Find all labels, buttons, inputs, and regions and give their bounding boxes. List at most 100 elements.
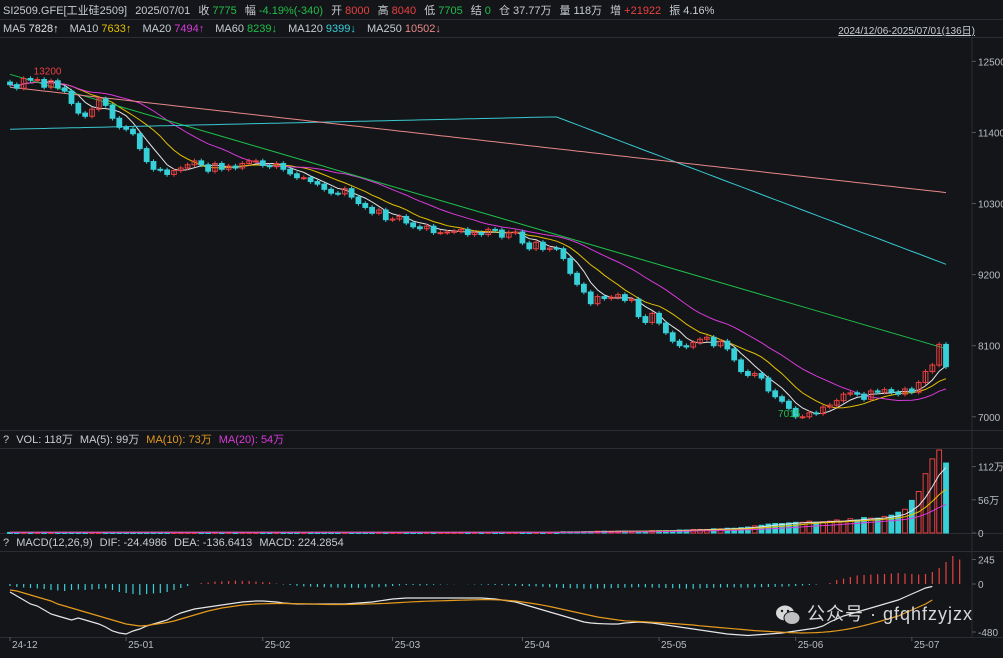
vol-ma5: MA(5): 99万 [79, 434, 140, 446]
volume-bar [833, 519, 840, 534]
oi-field: 仓 37.77万 [499, 5, 552, 17]
candle-body [485, 228, 492, 236]
candle-body [280, 162, 287, 170]
moving-average-lines [9, 73, 947, 415]
x-axis-label: 25-02 [264, 640, 291, 651]
ma10-label: MA10 [69, 23, 99, 35]
quote-info-bar: SI2509.GFE[工业硅2509] 2025/07/01 收 7775 幅 -4… [3, 2, 719, 20]
low-label: 低 [424, 5, 436, 17]
ma250-label: MA250 [366, 23, 402, 35]
ma20-label: MA20 [142, 23, 172, 35]
candle-body [861, 393, 867, 400]
candle-body [7, 81, 13, 86]
candle-body [184, 164, 191, 169]
macd-settings-icon[interactable]: ? [3, 537, 9, 549]
candle-body [601, 296, 608, 300]
candle-body [581, 283, 587, 293]
candle-body [253, 160, 259, 163]
kline-chart[interactable]: 13200 7015 7000 8100 9200 10300 11400 12500 0 5… [0, 0, 1003, 658]
volume-bar [936, 449, 943, 534]
candle-body [772, 390, 779, 398]
vol-ma5-line [10, 467, 947, 533]
candle-body [89, 108, 95, 117]
change-value: -4.19%(-340) [258, 5, 324, 17]
candle-body [123, 126, 130, 130]
candle-body [266, 164, 273, 168]
candle-body [41, 78, 48, 88]
candle-body [382, 209, 389, 221]
candle-body [458, 228, 464, 232]
candle-body [854, 392, 861, 395]
candle-body [813, 412, 820, 415]
macd-value: MACD: 224.2854 [259, 537, 344, 549]
volume-bar [888, 514, 895, 534]
volume-bar [785, 522, 792, 534]
volume-bar [915, 491, 922, 534]
ma60-legend[interactable]: MA60 8239↓ [215, 23, 281, 35]
volume-legend-bar: ? VOL: 118万 MA(5): 99万 MA(10): 73万 MA(20… [3, 431, 288, 449]
candle-body [833, 400, 840, 406]
x-axis-label: 24-12 [12, 640, 38, 651]
date-range-label[interactable]: 2024/12/06-2025/07/01(136日) [838, 22, 975, 37]
ma60-label: MA60 [215, 23, 245, 35]
candle-body [478, 232, 485, 236]
close-field: 收 7775 [198, 5, 236, 17]
candle-body [724, 340, 731, 350]
candle-body [546, 247, 553, 250]
x-axis-label: 25-03 [394, 640, 421, 651]
volume-bar [779, 523, 785, 534]
candle-body [553, 247, 560, 250]
candle-body [642, 316, 649, 323]
candle-body [444, 231, 451, 234]
x-axis-label: 25-07 [913, 640, 940, 651]
candle-body [464, 228, 471, 236]
candle-body [225, 165, 232, 170]
candle-body [738, 359, 744, 373]
candle-body [765, 377, 772, 392]
ma5-legend[interactable]: MA5 7828↑ [3, 23, 63, 35]
ma5-label: MA5 [3, 23, 26, 35]
volume-bars [7, 449, 949, 534]
ma10-legend[interactable]: MA10 7633↑ [70, 23, 136, 35]
candle-body [198, 160, 205, 166]
symbol-label[interactable]: SI2509.GFE[工业硅2509] [3, 5, 127, 17]
low-value: 7705 [438, 5, 463, 17]
macd-params: MACD(12,26,9) [16, 537, 93, 549]
x-axis-label: 25-06 [797, 640, 824, 651]
candle-body [300, 177, 307, 180]
candle-body [615, 294, 621, 298]
candle-body [936, 343, 943, 366]
candle-body [294, 173, 300, 179]
candle-body [396, 215, 403, 220]
ma120-legend[interactable]: MA120 9399↓ [288, 23, 360, 35]
price-tick-label: 10300 [978, 200, 1003, 211]
volume-settings-icon[interactable]: ? [3, 434, 9, 446]
high-value: 8040 [391, 5, 417, 17]
wechat-logo-icon [775, 604, 801, 626]
macd-legend-bar: ? MACD(12,26,9) DIF: -24.4986 DEA: -136.… [3, 534, 348, 552]
candle-body [594, 296, 601, 305]
candle-body [683, 345, 690, 348]
xaxis-divider [0, 637, 1003, 638]
volume-bar [765, 523, 772, 534]
ma250-legend[interactable]: MA250 10502↓ [367, 23, 445, 35]
candle-body [922, 371, 929, 384]
candle-body [943, 343, 949, 368]
candle-body [505, 232, 512, 238]
candle-body [731, 348, 738, 361]
candle-body [587, 291, 594, 305]
candle-body [656, 312, 662, 324]
settle-field: 结0 [471, 5, 491, 17]
increase-value: +21922 [624, 5, 662, 17]
ma60-line [9, 73, 947, 350]
vol-divider [0, 448, 1003, 449]
candle-body [437, 232, 444, 235]
volume-bar [806, 520, 813, 534]
candle-body [758, 372, 765, 379]
ma20-legend[interactable]: MA20 7494↑ [142, 23, 208, 35]
candle-body [751, 372, 758, 376]
candle-body [191, 160, 198, 166]
candle-body [355, 196, 362, 205]
candle-body [369, 206, 375, 214]
vol-ma10: MA(10): 73万 [146, 434, 212, 446]
